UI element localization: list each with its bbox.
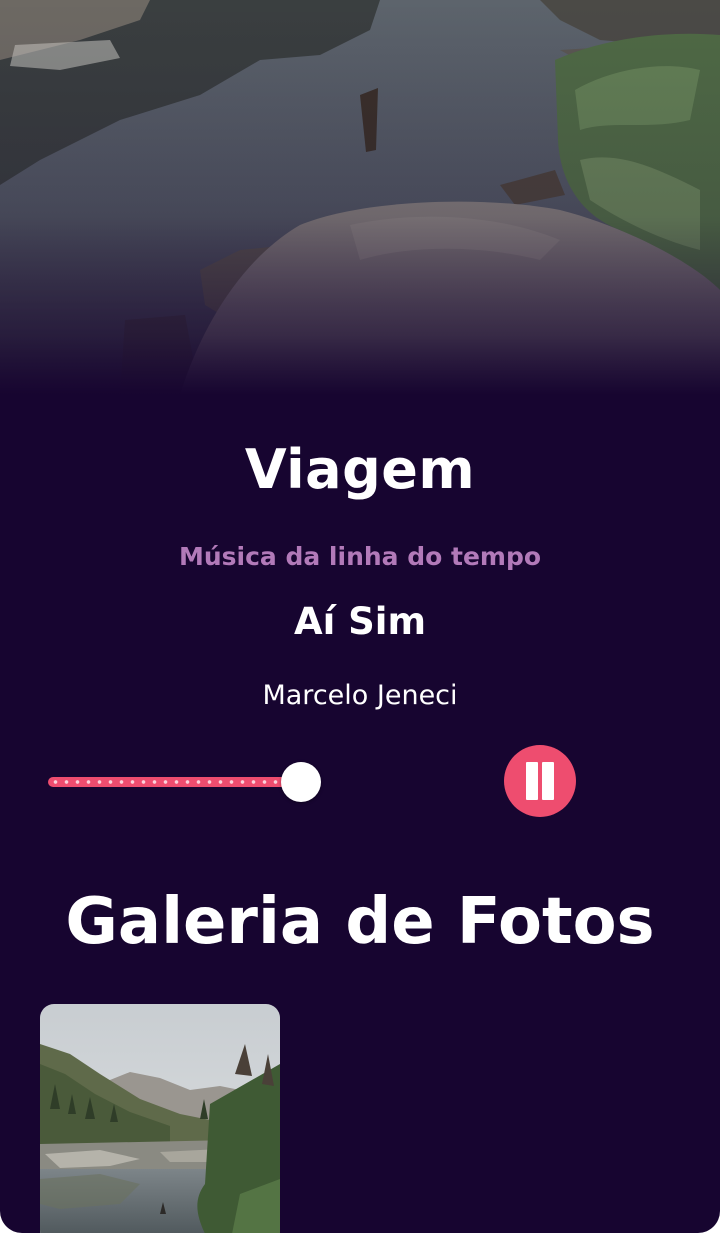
progress-thumb[interactable] [280,762,321,802]
playback-progress-slider[interactable] [48,762,338,802]
song-title: Aí Sim [293,600,427,643]
mountain-lake-photo [40,1004,280,1233]
gallery-photo[interactable] [40,1004,280,1233]
cover-photo [0,0,720,395]
trip-title: Viagem [244,438,476,501]
pause-button[interactable] [504,745,576,817]
progress-track [48,777,301,787]
artist-name: Marcelo Jeneci [262,680,458,711]
music-section-label: Música da linha do tempo [178,542,542,571]
gallery-title: Galeria de Fotos [65,885,655,959]
app-screen: Viagem Música da linha do tempo Aí Sim M… [0,0,720,1233]
